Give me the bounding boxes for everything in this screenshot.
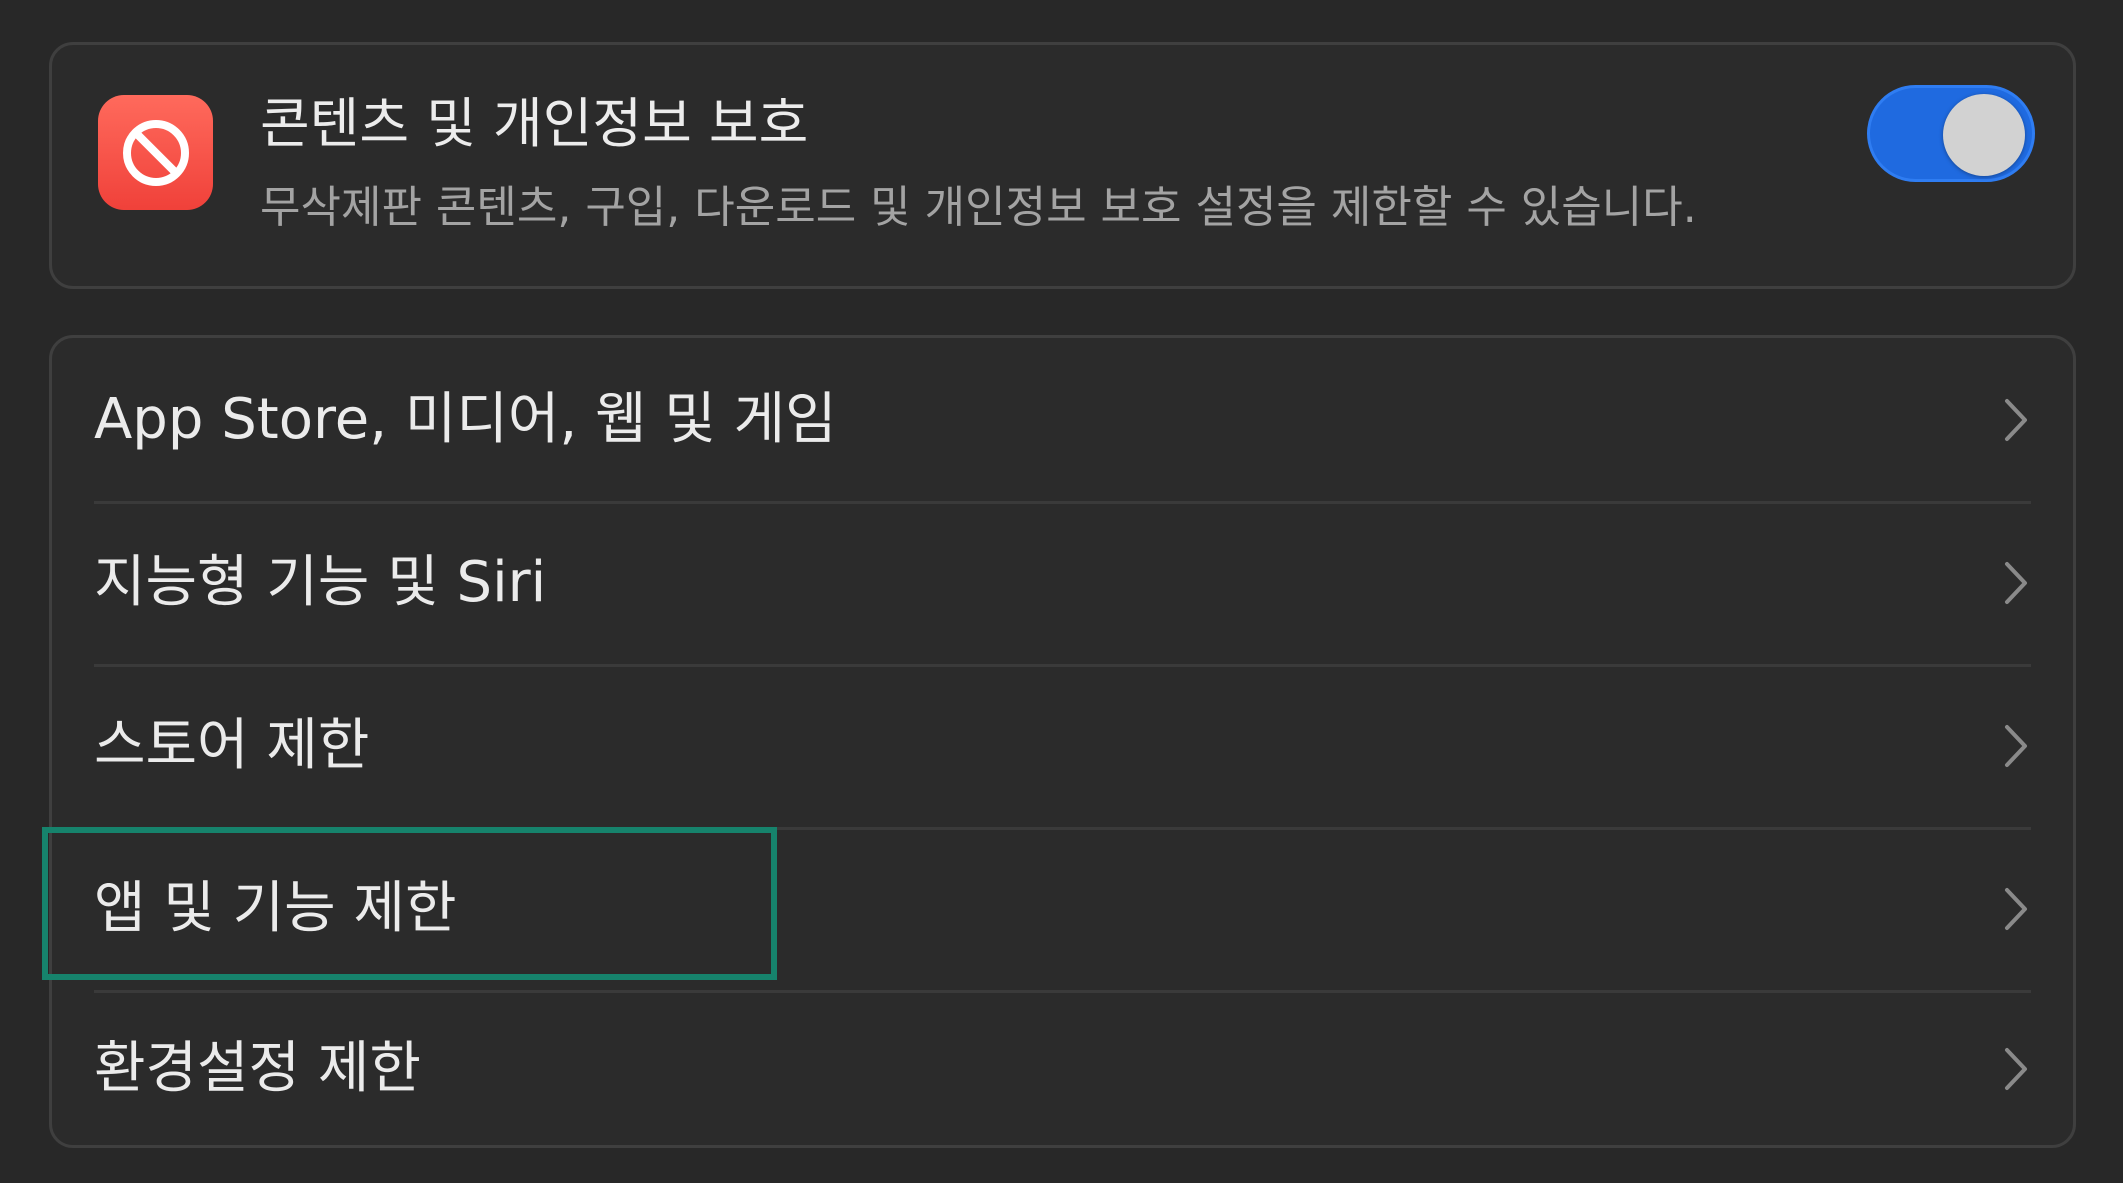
list-item-label: App Store, 미디어, 웹 및 게임 (94, 386, 837, 452)
list-item-store-restrictions[interactable]: 스토어 제한 (52, 664, 2073, 827)
list-item-label: 지능형 기능 및 Siri (94, 549, 547, 615)
list-item-label: 스토어 제한 (94, 712, 370, 778)
list-item-intelligence-siri[interactable]: 지능형 기능 및 Siri (52, 501, 2073, 664)
chevron-right-icon (2005, 724, 2027, 767)
list-item-settings-restrictions[interactable]: 환경설정 제한 (52, 990, 2073, 1148)
list-item-label: 앱 및 기능 제한 (94, 875, 457, 941)
chevron-right-icon (2005, 398, 2027, 441)
content-privacy-description: 무삭제판 콘텐츠, 구입, 다운로드 및 개인정보 보호 설정을 제한할 수 있… (260, 182, 1697, 233)
content-privacy-card: 콘텐츠 및 개인정보 보호 무삭제판 콘텐츠, 구입, 다운로드 및 개인정보 … (49, 42, 2076, 289)
chevron-right-icon (2005, 561, 2027, 604)
chevron-right-icon (2005, 887, 2027, 930)
content-privacy-toggle[interactable] (1867, 85, 2035, 182)
chevron-right-icon (2005, 1048, 2027, 1090)
prohibited-icon (98, 95, 213, 210)
toggle-knob (1943, 94, 2025, 176)
content-privacy-title: 콘텐츠 및 개인정보 보호 (260, 92, 809, 155)
list-item-app-feature-restrictions[interactable]: 앱 및 기능 제한 (52, 827, 2073, 990)
list-item-app-store-media-web-games[interactable]: App Store, 미디어, 웹 및 게임 (52, 338, 2073, 501)
list-item-label: 환경설정 제한 (94, 1036, 421, 1101)
restrictions-list: App Store, 미디어, 웹 및 게임 지능형 기능 및 Siri 스토어… (49, 335, 2076, 1148)
